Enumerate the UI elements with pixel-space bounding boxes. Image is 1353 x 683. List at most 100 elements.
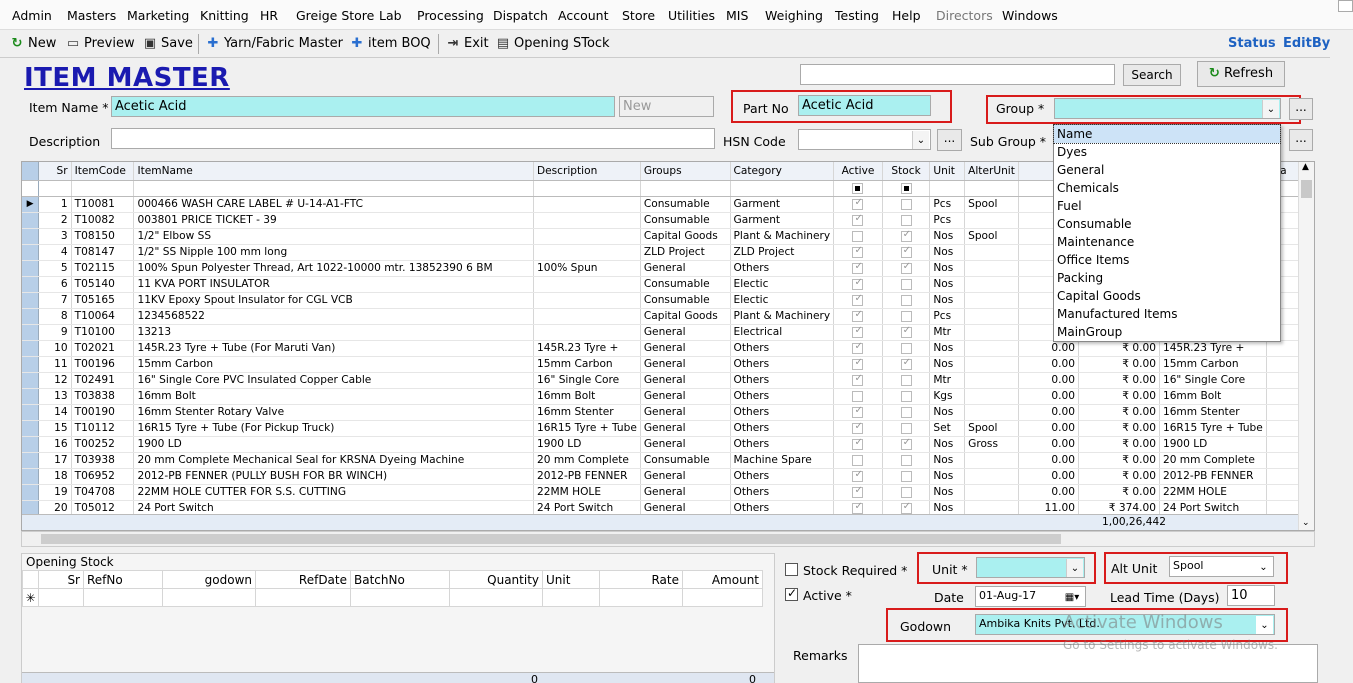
filter-cell[interactable] <box>71 180 135 197</box>
table-row[interactable]: 17 T03938 20 mm Complete Mechanical Seal f… <box>22 452 1314 469</box>
active-checkbox[interactable] <box>852 230 864 242</box>
group-option[interactable]: Fuel <box>1054 197 1280 215</box>
group-select[interactable]: ⌄ <box>1054 98 1281 119</box>
stock-checkbox[interactable] <box>900 245 912 258</box>
stock-checkbox[interactable] <box>900 229 912 242</box>
hsn-ellipsis-button[interactable]: ... <box>937 129 962 151</box>
search-button[interactable]: Search <box>1123 64 1181 86</box>
cell-stock[interactable] <box>882 292 931 309</box>
cell-itemname[interactable]: 16mm Stenter Rotary Valve <box>133 404 534 421</box>
cell-rate[interactable]: ₹ 0.00 <box>1078 484 1160 501</box>
group-option[interactable]: Maintenance <box>1054 233 1280 251</box>
active-checkbox[interactable] <box>852 437 864 450</box>
filter-cell[interactable] <box>640 180 731 197</box>
cell-category[interactable]: Electic <box>730 276 835 293</box>
table-row[interactable]: 15 T10112 16R15 Tyre + Tube (For Pickup Tr… <box>22 420 1314 437</box>
cell-sr[interactable]: 19 <box>38 484 72 501</box>
cell-groups[interactable]: General <box>640 372 731 389</box>
menu-windows[interactable]: Windows <box>1002 8 1058 23</box>
cell-alterunit[interactable] <box>964 308 1019 325</box>
cell-quantity[interactable]: 0.00 <box>1018 388 1080 405</box>
cell-category[interactable]: Plant & Machinery <box>730 308 835 325</box>
cell-description[interactable]: 100% Spun <box>533 260 641 277</box>
col-header-itemcode[interactable]: ItemCode <box>71 162 135 181</box>
cell-quantity[interactable]: 0.00 <box>1018 468 1080 485</box>
row-header[interactable] <box>22 452 40 469</box>
date-picker[interactable]: 01-Aug-17 ▦▾ <box>975 586 1086 607</box>
cell-groups[interactable]: General <box>640 324 731 341</box>
menu-knitting[interactable]: Knitting <box>200 8 249 23</box>
item-boq-button[interactable]: ✚ item BOQ <box>350 36 431 51</box>
cell-active[interactable] <box>833 420 883 437</box>
cell-ma[interactable]: 145R.23 Tyre + <box>1159 340 1267 357</box>
cell-itemcode[interactable]: T05165 <box>71 292 135 309</box>
table-row[interactable]: 14 T00190 16mm Stenter Rotary Valve 16mm St… <box>22 404 1314 421</box>
cell-itemcode[interactable]: T00196 <box>71 356 135 373</box>
os-col-quantity[interactable]: Quantity <box>449 570 543 589</box>
menu-greige-store[interactable]: Greige Store <box>296 8 374 23</box>
col-header-description[interactable]: Description <box>533 162 641 181</box>
menu-utilities[interactable]: Utilities <box>668 8 715 23</box>
cell-active[interactable] <box>833 228 883 245</box>
cell-alterunit[interactable] <box>964 388 1019 405</box>
stock-checkbox[interactable] <box>900 278 912 290</box>
col-header-groups[interactable]: Groups <box>640 162 731 181</box>
cell-sr[interactable]: 1 <box>38 196 72 213</box>
calendar-icon[interactable]: ▦▾ <box>1060 588 1084 606</box>
active-checkbox[interactable] <box>852 357 864 370</box>
stock-checkbox[interactable] <box>900 501 912 514</box>
row-header[interactable] <box>22 244 40 261</box>
cell-stock[interactable] <box>882 324 931 341</box>
active-checkbox[interactable] <box>785 586 798 601</box>
cell-category[interactable]: Others <box>730 420 835 437</box>
cell-category[interactable]: Others <box>730 484 835 501</box>
cell-itemcode[interactable]: T00252 <box>71 436 135 453</box>
col-header-itemname[interactable]: ItemName <box>133 162 534 181</box>
menu-marketing[interactable]: Marketing <box>127 8 189 23</box>
yarn-fabric-master-button[interactable]: ✚ Yarn/Fabric Master <box>206 36 343 51</box>
os-new-cell[interactable] <box>542 588 600 607</box>
active-checkbox[interactable] <box>852 213 864 226</box>
cell-alterunit[interactable] <box>964 356 1019 373</box>
cell-stock[interactable] <box>882 276 931 293</box>
cell-stock[interactable] <box>882 244 931 261</box>
cell-active[interactable] <box>833 484 883 501</box>
cell-description[interactable]: 16mm Stenter <box>533 404 641 421</box>
cell-unit[interactable]: Nos <box>929 276 966 293</box>
stock-checkbox[interactable] <box>900 470 912 482</box>
cell-sr[interactable]: 9 <box>38 324 72 341</box>
cell-itemcode[interactable]: T02115 <box>71 260 135 277</box>
active-checkbox[interactable] <box>852 261 864 274</box>
cell-alterunit[interactable] <box>964 340 1019 357</box>
active-checkbox[interactable] <box>852 485 864 498</box>
cell-itemname[interactable]: 100% Spun Polyester Thread, Art 1022-100… <box>133 260 534 277</box>
stock-checkbox[interactable] <box>900 390 912 402</box>
cell-itemname[interactable]: 11KV Epoxy Spout Insulator for CGL VCB <box>133 292 534 309</box>
menu-admin[interactable]: Admin <box>12 8 52 23</box>
cell-description[interactable]: 16R15 Tyre + Tube <box>533 420 641 437</box>
cell-groups[interactable]: Consumable <box>640 276 731 293</box>
row-header[interactable] <box>22 436 40 453</box>
cell-itemname[interactable]: 16mm Bolt <box>133 388 534 405</box>
os-col-godown[interactable]: godown <box>162 570 256 589</box>
os-col-sr[interactable]: Sr <box>38 570 84 589</box>
os-new-cell[interactable] <box>350 588 450 607</box>
cell-unit[interactable]: Nos <box>929 404 966 421</box>
cell-itemcode[interactable]: T02021 <box>71 340 135 357</box>
active-checkbox[interactable] <box>852 293 864 306</box>
cell-sr[interactable]: 6 <box>38 276 72 293</box>
scrollbar-thumb[interactable] <box>1301 180 1312 198</box>
cell-rate[interactable]: ₹ 0.00 <box>1078 372 1160 389</box>
cell-sr[interactable]: 13 <box>38 388 72 405</box>
menu-weighing[interactable]: Weighing <box>765 8 823 23</box>
cell-unit[interactable]: Mtr <box>929 324 966 341</box>
cell-alterunit[interactable]: Spool <box>964 420 1019 437</box>
stock-checkbox[interactable] <box>900 437 912 450</box>
cell-itemcode[interactable]: T10100 <box>71 324 135 341</box>
table-row[interactable]: 18 T06952 2012-PB FENNER (PULLY BUSH FOR B… <box>22 468 1314 485</box>
cell-category[interactable]: ZLD Project <box>730 244 835 261</box>
group-option[interactable]: General <box>1054 161 1280 179</box>
cell-active[interactable] <box>833 436 883 453</box>
item-name-input[interactable]: Acetic Acid <box>111 96 615 117</box>
group-option[interactable]: Packing <box>1054 269 1280 287</box>
